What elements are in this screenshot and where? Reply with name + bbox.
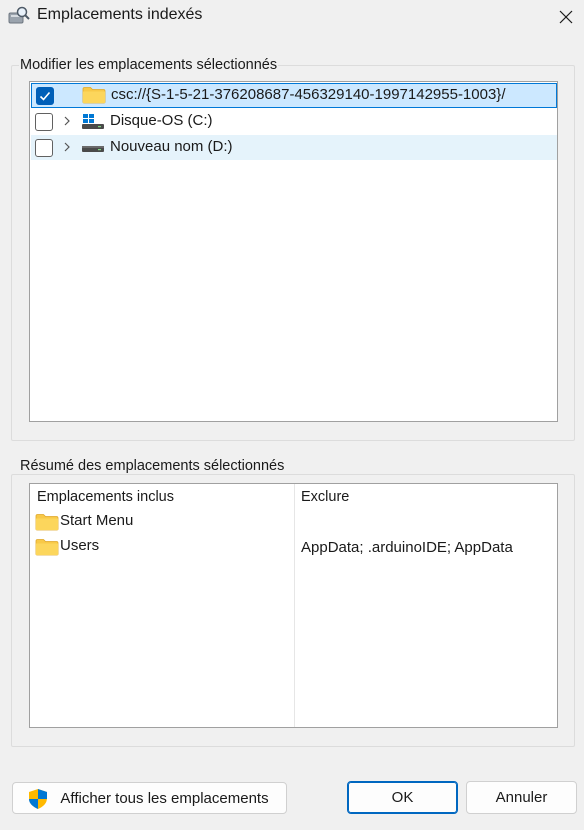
summary-group-label: Résumé des emplacements sélectionnés — [19, 458, 286, 474]
show-all-label: Afficher tous les emplacements — [60, 789, 269, 807]
drive-icon — [82, 146, 104, 152]
tree-item-label: Disque-OS (C:) — [110, 112, 213, 129]
chevron-right-icon[interactable] — [61, 114, 73, 128]
included-location: Start Menu — [60, 512, 134, 529]
checkbox-nouveau-nom[interactable] — [35, 139, 53, 157]
summary-list[interactable]: Emplacements inclus Exclure Start Menu U… — [29, 483, 558, 728]
chevron-right-icon[interactable] — [61, 140, 73, 154]
ok-button[interactable]: OK — [347, 781, 458, 814]
checkbox-csc[interactable] — [36, 87, 54, 105]
window-title: Emplacements indexés — [37, 6, 203, 23]
checkbox-disque-os[interactable] — [35, 113, 53, 131]
title-bar: Emplacements indexés — [0, 0, 584, 34]
ok-label: OK — [391, 789, 414, 806]
folder-icon — [82, 87, 106, 104]
excluded-folders: AppData; .arduinoIDE; AppData — [301, 539, 513, 556]
summary-row[interactable]: Users AppData; .arduinoIDE; AppData — [30, 536, 557, 558]
close-icon — [559, 10, 573, 24]
modify-group-label: Modifier les emplacements sélectionnés — [19, 57, 279, 73]
cancel-label: Annuler — [495, 789, 548, 806]
locations-tree[interactable]: csc://{S-1-5-21-376208687-456329140-1997… — [29, 81, 558, 422]
close-button[interactable] — [548, 0, 584, 34]
windows-drive-icon — [82, 114, 104, 129]
tree-item-csc[interactable]: csc://{S-1-5-21-376208687-456329140-1997… — [31, 83, 557, 108]
show-all-locations-button[interactable]: Afficher tous les emplacements — [12, 782, 287, 814]
tree-item-label: csc://{S-1-5-21-376208687-456329140-1997… — [111, 86, 506, 103]
included-location: Users — [60, 537, 100, 554]
tree-item-label: Nouveau nom (D:) — [110, 138, 233, 155]
search-index-icon — [8, 6, 30, 24]
checkmark-icon — [39, 91, 51, 101]
folder-icon — [35, 539, 59, 556]
tree-item-nouveau-nom[interactable]: Nouveau nom (D:) — [31, 135, 557, 160]
folder-icon — [35, 514, 59, 531]
cancel-button[interactable]: Annuler — [466, 781, 577, 814]
tree-item-disque-os[interactable]: Disque-OS (C:) — [31, 109, 557, 134]
uac-shield-icon — [29, 789, 47, 809]
column-header-exclude[interactable]: Exclure — [301, 489, 349, 505]
summary-row[interactable]: Start Menu — [30, 511, 557, 533]
column-header-included[interactable]: Emplacements inclus — [37, 489, 174, 505]
